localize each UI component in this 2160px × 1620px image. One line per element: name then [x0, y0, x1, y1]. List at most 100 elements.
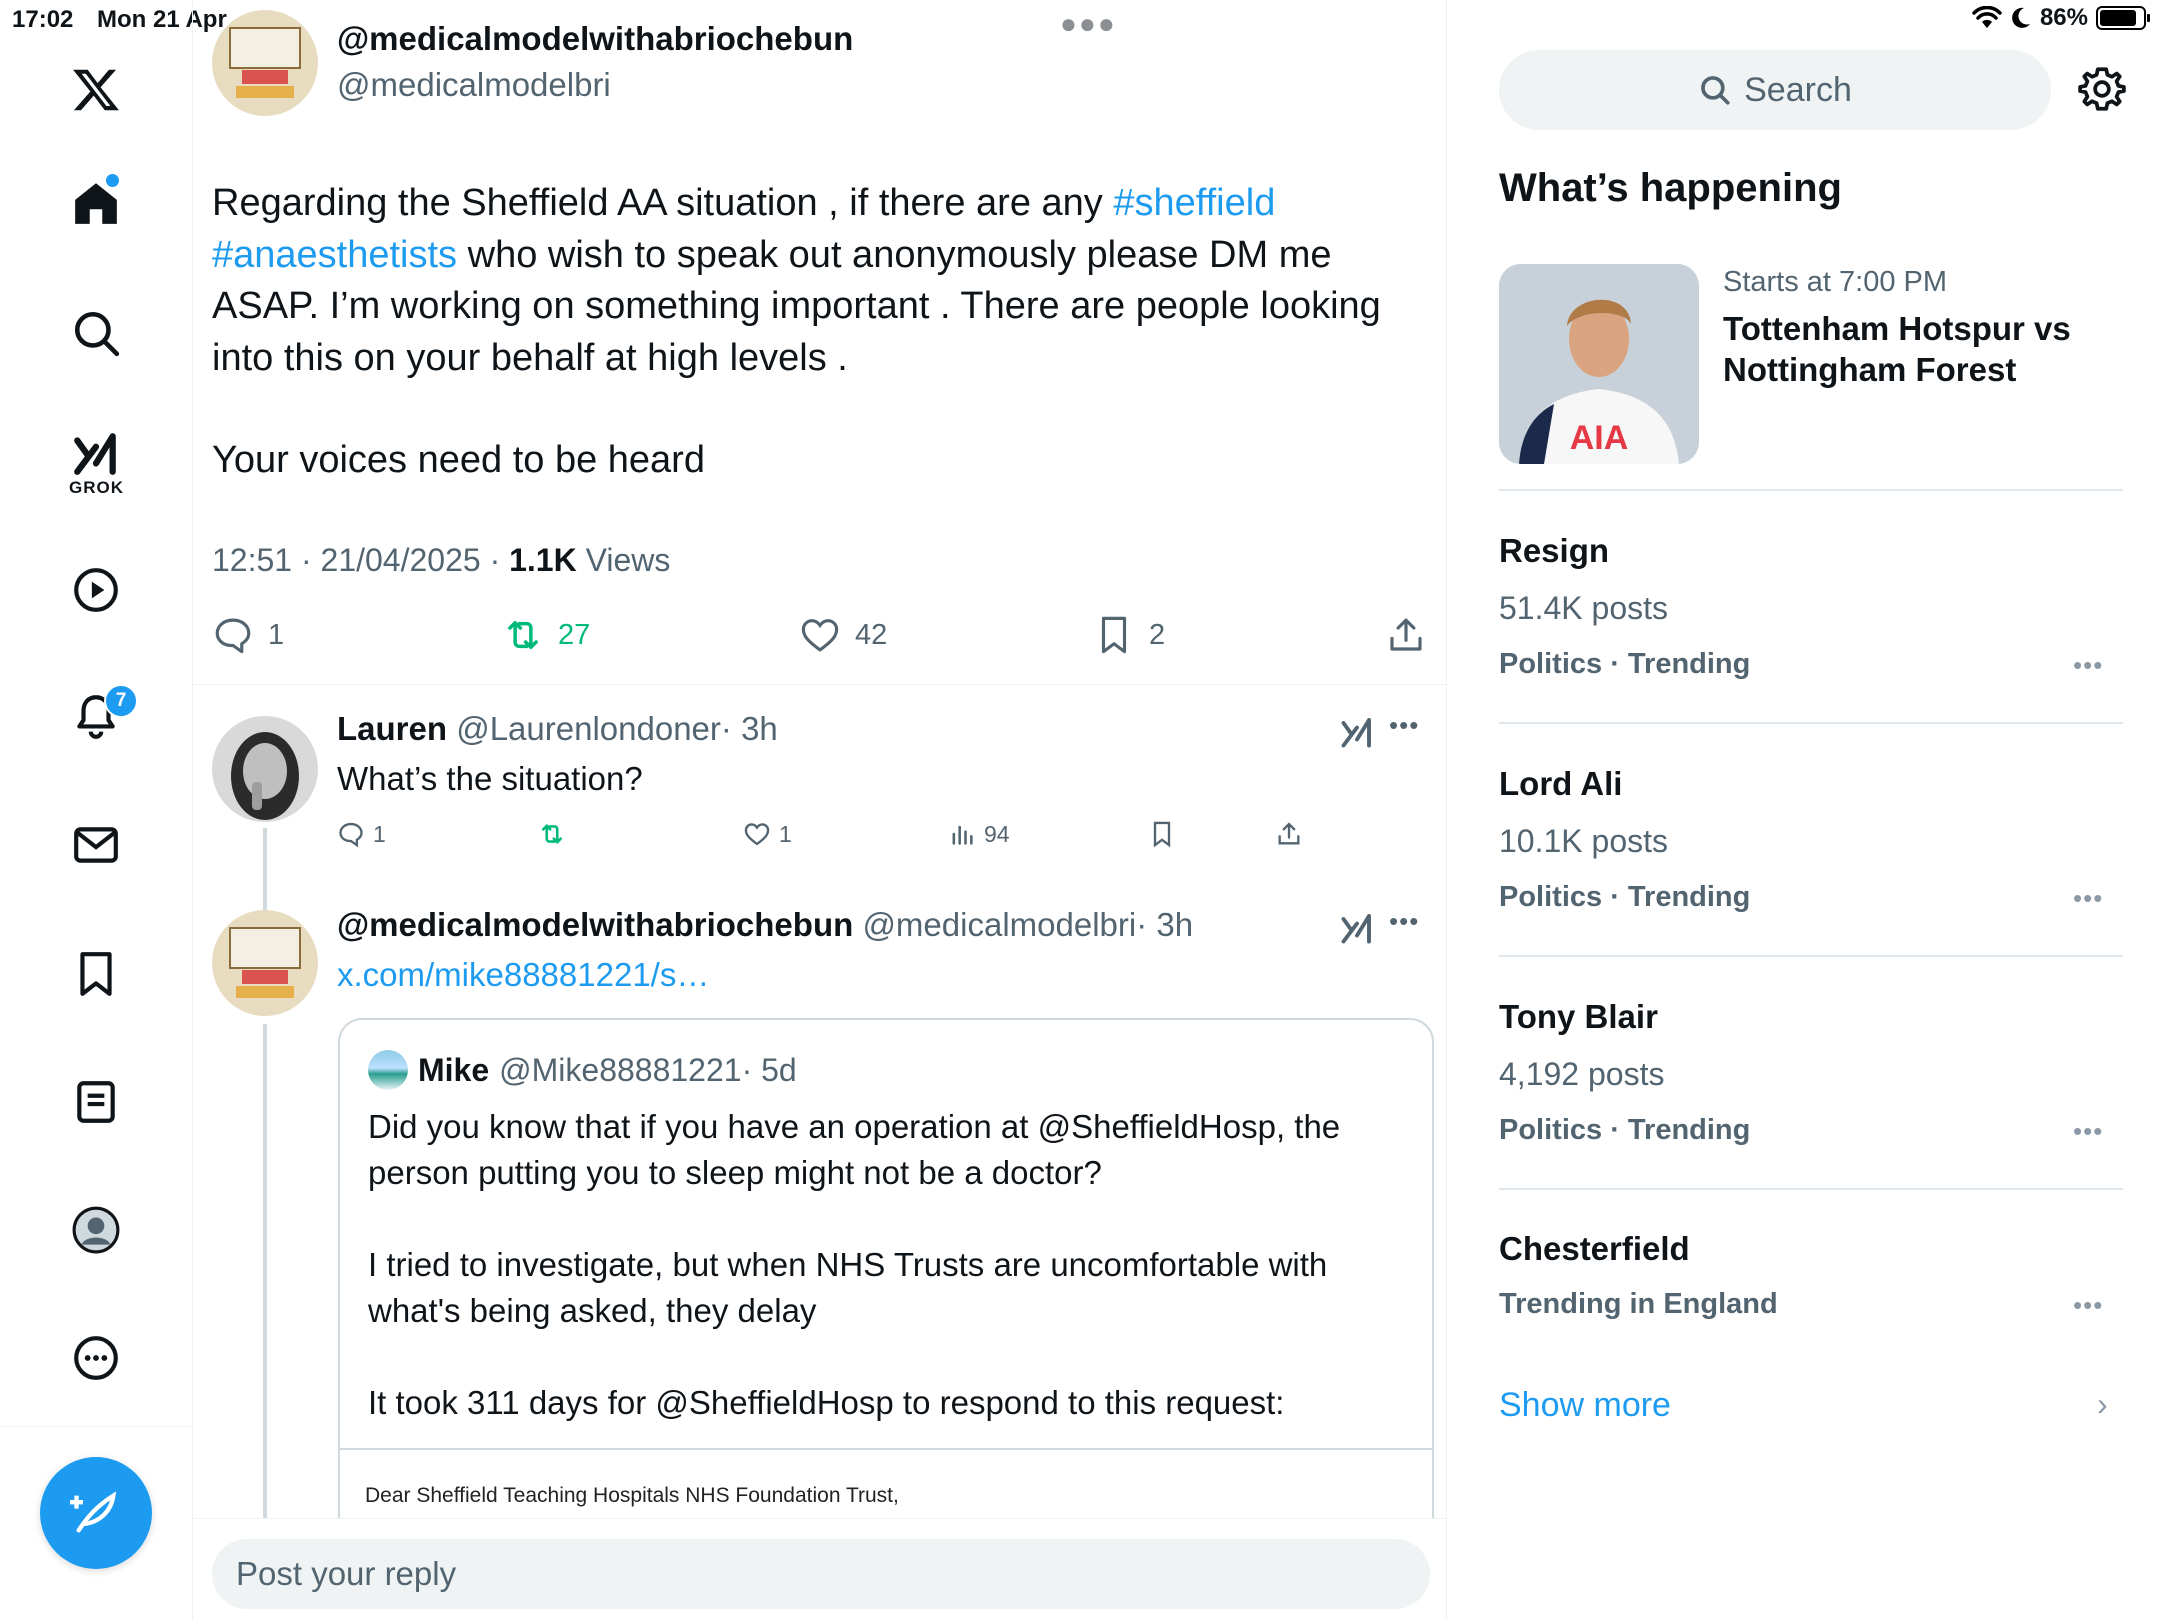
grok-icon: [74, 433, 116, 475]
reply-share-button[interactable]: [1275, 820, 1303, 848]
search-input[interactable]: Search: [1499, 50, 2051, 130]
tweet-divider: [193, 684, 1446, 685]
reply2-time[interactable]: · 3h: [1136, 906, 1193, 943]
author-avatar[interactable]: [212, 10, 318, 116]
trend-more-icon[interactable]: •••: [2073, 1116, 2103, 1147]
nav-bookmarks[interactable]: [46, 924, 146, 1024]
reply-header: Lauren @Laurenlondoner· 3h: [337, 710, 778, 748]
settings-gear-icon[interactable]: [2077, 64, 2127, 114]
reply2-header: @medicalmodelwithabriochebun @medicalmod…: [337, 906, 1193, 944]
quote-author-handle: @Mike88881221: [499, 1051, 742, 1088]
x-logo-icon[interactable]: [46, 40, 146, 140]
nav-more[interactable]: [46, 1308, 146, 1408]
bookmark-count: 2: [1149, 618, 1166, 651]
author-handle[interactable]: @medicalmodelbri: [337, 66, 611, 104]
show-more-link[interactable]: Show more: [1499, 1386, 1671, 1425]
reply-author-handle[interactable]: @Laurenlondoner: [456, 710, 721, 747]
reply2-author-name[interactable]: @medicalmodelwithabriochebun: [337, 906, 853, 943]
trend-count: 4,192 posts: [1499, 1056, 1665, 1092]
search-placeholder: Search: [1744, 70, 1852, 109]
home-unread-dot: [106, 174, 119, 187]
nav-rail: GROK 7: [0, 0, 193, 1620]
tweet-meta: 12:51 · 21/04/2025 · 1.1K Views: [212, 542, 670, 579]
reply2-link[interactable]: x.com/mike88881221/s…: [337, 956, 709, 994]
reply-views-button[interactable]: 94: [948, 820, 1010, 848]
chevron-right-icon: ›: [2097, 1386, 2108, 1422]
bookmark-icon: [80, 952, 112, 996]
trend-divider: [1499, 955, 2123, 957]
quote-text: Did you know that if you have an operati…: [368, 1104, 1408, 1472]
reply-time[interactable]: · 3h: [721, 710, 778, 747]
reply2-avatar[interactable]: [212, 910, 318, 1016]
trend-name[interactable]: Chesterfield: [1499, 1230, 1690, 1268]
repost-button[interactable]: 27: [502, 614, 590, 656]
share-button[interactable]: [1385, 614, 1427, 656]
like-button[interactable]: 42: [799, 614, 887, 656]
nav-explore[interactable]: [46, 283, 146, 383]
trend-name[interactable]: Tony Blair: [1499, 998, 1658, 1036]
views-label: Views: [576, 542, 671, 578]
event-title[interactable]: Tottenham Hotspur vs Nottingham Forest: [1723, 308, 2143, 390]
share-icon: [1390, 618, 1422, 651]
nav-home[interactable]: [46, 153, 146, 253]
grok-explain-icon[interactable]: [1339, 714, 1375, 750]
trend-name[interactable]: Lord Ali: [1499, 765, 1622, 803]
quote-paragraph: It took 311 days for @SheffieldHosp to r…: [368, 1384, 1285, 1421]
trend-context: Politics · Trending: [1499, 881, 1751, 913]
bookmark-icon: [1101, 616, 1127, 654]
notifications-badge: 7: [104, 684, 138, 718]
event-image[interactable]: AIA: [1499, 264, 1699, 464]
reply2-author-handle[interactable]: @medicalmodelbri: [862, 906, 1136, 943]
reply2-more-icon[interactable]: •••: [1389, 906, 1419, 937]
thread-connector: [263, 828, 267, 910]
hashtag-link[interactable]: #sheffield: [1113, 182, 1275, 224]
grok-explain-icon[interactable]: [1339, 910, 1375, 946]
share-icon: [1278, 822, 1300, 845]
compose-button[interactable]: [40, 1457, 152, 1569]
bookmark-button[interactable]: 2: [1093, 614, 1165, 656]
mail-icon: [74, 827, 118, 863]
repost-icon: [541, 824, 563, 844]
nav-messages[interactable]: [46, 795, 146, 895]
repost-icon: [508, 621, 538, 649]
trend-more-icon[interactable]: •••: [2073, 1290, 2103, 1321]
trend-context: Trending in England: [1499, 1288, 1778, 1320]
hashtag-link[interactable]: #anaesthetists: [212, 234, 457, 276]
nav-lists[interactable]: [46, 1052, 146, 1152]
nav-notifications[interactable]: [46, 666, 146, 766]
trend-name[interactable]: Resign: [1499, 532, 1609, 570]
trend-more-icon[interactable]: •••: [2073, 650, 2103, 681]
reply-input[interactable]: [212, 1539, 1430, 1609]
nav-videos[interactable]: [46, 540, 146, 640]
reply-button[interactable]: 1: [212, 614, 284, 656]
nav-profile[interactable]: [46, 1180, 146, 1280]
trend-more-icon[interactable]: •••: [2073, 883, 2103, 914]
trend-context: Politics · Trending: [1499, 1114, 1751, 1146]
quote-avatar: [368, 1050, 408, 1090]
quote-time: · 5d: [741, 1051, 797, 1088]
views-chart-icon: [952, 825, 973, 845]
reply-icon: [215, 618, 251, 654]
reply-like-count: 1: [779, 820, 792, 847]
trend-divider: [1499, 722, 2123, 724]
bookmark-icon: [1153, 821, 1171, 848]
like-count: 42: [855, 618, 888, 651]
reply-views-count: 94: [984, 820, 1010, 847]
quote-paragraph: I tried to investigate, but when NHS Tru…: [368, 1246, 1328, 1329]
reply-reply-button[interactable]: 1: [337, 820, 386, 848]
reply-bookmark-button[interactable]: [1148, 820, 1176, 848]
main-column: @medicalmodelwithabriochebun @medicalmod…: [193, 0, 1447, 1620]
reply-more-icon[interactable]: •••: [1389, 710, 1419, 741]
author-name[interactable]: @medicalmodelwithabriochebun: [337, 20, 853, 58]
quote-image-text: Dear Sheffield Teaching Hospitals NHS Fo…: [365, 1484, 899, 1507]
reply-author-name[interactable]: Lauren: [337, 710, 447, 747]
more-circle-icon: [74, 1336, 118, 1380]
quote-paragraph: Did you know that if you have an operati…: [368, 1108, 1341, 1191]
trend-divider: [1499, 1188, 2123, 1190]
reply-like-button[interactable]: 1: [743, 820, 792, 848]
tweet-timestamp[interactable]: 12:51 · 21/04/2025 ·: [212, 542, 509, 578]
tweet-text-paragraph: Your voices need to be heard: [212, 439, 705, 481]
play-icon: [74, 568, 118, 612]
reply-avatar[interactable]: [212, 716, 318, 822]
reply-repost-button[interactable]: [538, 820, 566, 848]
